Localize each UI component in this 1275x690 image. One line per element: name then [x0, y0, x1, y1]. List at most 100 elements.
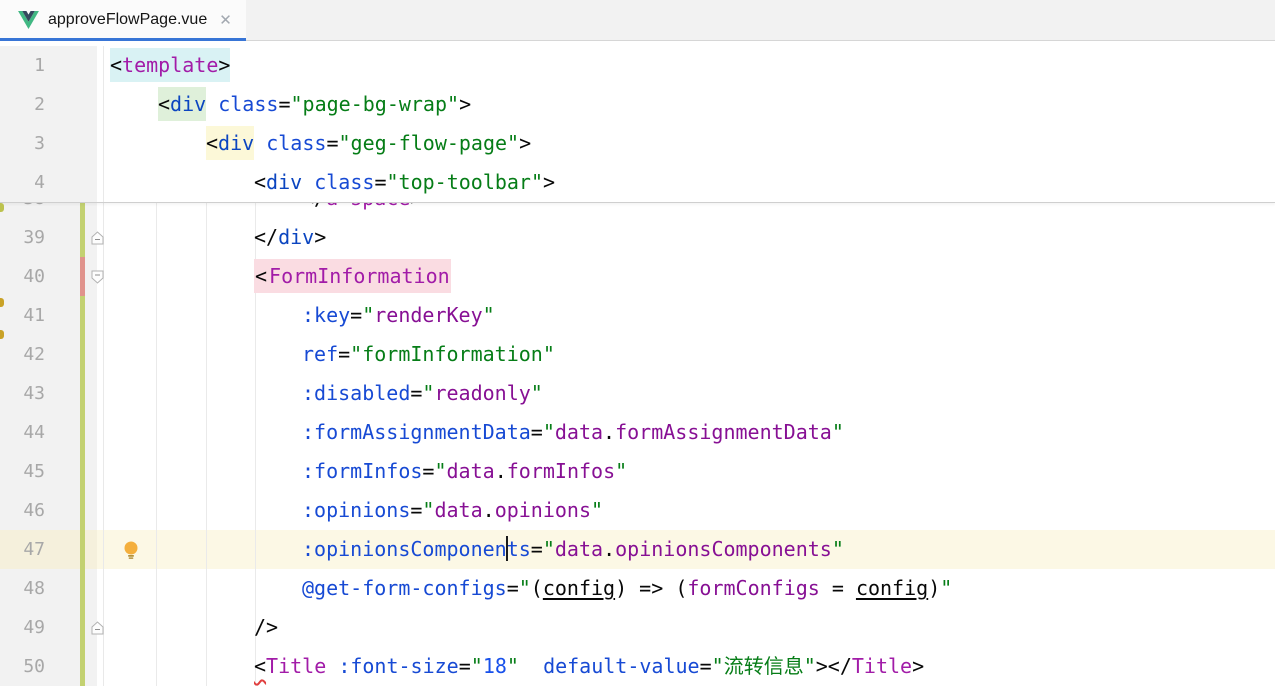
code-line-50: 50 <Title :font-size="18" default-value="…: [0, 647, 1275, 686]
ide-window: approveFlowPage.vue ✕ 1 <template> 2 <div c…: [0, 0, 1275, 690]
code-line-41: 41:key="renderKey": [0, 296, 1275, 335]
line-content: ref="formInformation": [110, 342, 555, 366]
gutter: 2: [0, 85, 110, 124]
line-content: :formInfos="data.formInfos": [110, 459, 627, 483]
gutter: 39: [0, 218, 110, 257]
code-text[interactable]: </a-space>: [110, 203, 1275, 218]
gutter-stripe-mark: [0, 298, 4, 307]
code-text[interactable]: ref="formInformation": [110, 335, 1275, 374]
line-content: :opinions="data.opinions": [110, 498, 603, 522]
code-line-38: 38 </a-space>: [0, 203, 1275, 218]
gutter: 4: [0, 163, 110, 202]
gutter: 43: [0, 374, 110, 413]
code-line-3: 3 <div class="geg-flow-page">: [0, 124, 1275, 163]
line-content: <div class="page-bg-wrap">: [110, 92, 471, 116]
line-content: :disabled="readonly": [110, 381, 543, 405]
tab-approveFlowPage[interactable]: approveFlowPage.vue ✕: [0, 0, 246, 40]
line-number: 38: [23, 203, 45, 218]
code-text[interactable]: <template>: [110, 46, 1275, 85]
vcs-change-strip: [80, 218, 85, 257]
code-line-39: 39 </div>: [0, 218, 1275, 257]
code-line-40: 40 <FormInformation: [0, 257, 1275, 296]
gutter-stripe-mark: [0, 330, 4, 339]
line-content: <div class="geg-flow-page">: [110, 131, 531, 155]
gutter: 38: [0, 203, 110, 218]
code-text[interactable]: />: [110, 608, 1275, 647]
gutter: 42: [0, 335, 110, 374]
vcs-change-strip: [80, 452, 85, 491]
code-editor[interactable]: 1 <template> 2 <div class="page-bg-wrap"> 3 <…: [0, 41, 1275, 690]
gutter: 49: [0, 608, 110, 647]
code-text[interactable]: :opinions="data.opinions": [110, 491, 1275, 530]
line-number: 47: [23, 530, 45, 569]
line-number: 45: [23, 452, 45, 491]
gutter-stripe-mark: [0, 203, 4, 212]
gutter: 45: [0, 452, 110, 491]
code-text[interactable]: <Title :font-size="18" default-value="流转…: [110, 647, 1275, 686]
fold-up-icon[interactable]: [91, 231, 104, 245]
gutter: 3: [0, 124, 110, 163]
line-content: :opinionsComponents="data.opinionsCompon…: [110, 537, 844, 561]
code-text[interactable]: :key="renderKey": [110, 296, 1275, 335]
line-number: 4: [34, 163, 45, 202]
line-number: 39: [23, 218, 45, 257]
code-line-45: 45 :formInfos="data.formInfos": [0, 452, 1275, 491]
gutter: 50: [0, 647, 110, 686]
line-number: 3: [34, 124, 45, 163]
fold-up-icon[interactable]: [91, 621, 104, 635]
line-number: 40: [23, 257, 45, 296]
lightbulb-icon[interactable]: [123, 540, 139, 560]
gutter: 48: [0, 569, 110, 608]
code-text[interactable]: <div class="top-toolbar">: [110, 163, 1275, 202]
code-line-43: 43:disabled="readonly": [0, 374, 1275, 413]
line-content: <template>: [110, 48, 230, 82]
gutter: 46: [0, 491, 110, 530]
tab-title: approveFlowPage.vue: [48, 11, 207, 29]
code-line-42: 42 ref="formInformation": [0, 335, 1275, 374]
line-number: 2: [34, 85, 45, 124]
line-content: <Title :font-size="18" default-value="流转…: [110, 654, 924, 678]
line-number: 44: [23, 413, 45, 452]
vcs-change-strip: [80, 374, 85, 413]
code-line-1: 1 <template>: [0, 46, 1275, 85]
code-line-47: 47 :opinionsComponents="data.opinionsComp…: [0, 530, 1275, 569]
code-text[interactable]: <div class="geg-flow-page">: [110, 124, 1275, 163]
line-content: </a-space>: [110, 203, 422, 210]
vcs-change-strip: [80, 257, 85, 296]
clipped-line: 38 </a-space>: [0, 203, 1275, 218]
line-content: @get-form-configs="(config) => (formConf…: [110, 576, 952, 600]
fold-down-icon[interactable]: [91, 270, 104, 284]
line-number: 48: [23, 569, 45, 608]
code-text[interactable]: <div class="page-bg-wrap">: [110, 85, 1275, 124]
code-line-2: 2 <div class="page-bg-wrap">: [0, 85, 1275, 124]
line-number: 50: [23, 647, 45, 686]
gutter: 41: [0, 296, 110, 335]
line-content: <div class="top-toolbar">: [110, 170, 555, 194]
vue-logo-icon: [18, 11, 39, 29]
code-line-48: 48 @get-form-configs="(config) => (formCo…: [0, 569, 1275, 608]
line-number: 1: [34, 46, 45, 85]
vcs-change-strip: [80, 413, 85, 452]
code-text[interactable]: </div>: [110, 218, 1275, 257]
vcs-change-strip: [80, 608, 85, 647]
gutter: 44: [0, 413, 110, 452]
code-text[interactable]: <FormInformation: [110, 257, 1275, 296]
sticky-lines-panel: 1 <template> 2 <div class="page-bg-wrap"> 3 <…: [0, 41, 1275, 203]
vcs-change-strip: [80, 296, 85, 335]
gutter: 47: [0, 530, 110, 569]
code-text[interactable]: :opinionsComponents="data.opinionsCompon…: [110, 530, 1275, 569]
gutter: 1: [0, 46, 110, 85]
line-number: 42: [23, 335, 45, 374]
line-content: </div>: [110, 225, 326, 249]
code-line-49: 49/>: [0, 608, 1275, 647]
vcs-change-strip: [80, 335, 85, 374]
code-text[interactable]: :formAssignmentData="data.formAssignment…: [110, 413, 1275, 452]
close-tab-icon[interactable]: ✕: [219, 11, 232, 29]
code-text[interactable]: :disabled="readonly": [110, 374, 1275, 413]
code-text[interactable]: :formInfos="data.formInfos": [110, 452, 1275, 491]
scrolled-code-area: 38 </a-space> 39 </div> 40 <FormInformation41…: [0, 203, 1275, 686]
code-line-44: 44 :formAssignmentData="data.formAssignme…: [0, 413, 1275, 452]
code-text[interactable]: @get-form-configs="(config) => (formConf…: [110, 569, 1275, 608]
line-content: :formAssignmentData="data.formAssignment…: [110, 420, 844, 444]
vcs-change-strip: [80, 569, 85, 608]
